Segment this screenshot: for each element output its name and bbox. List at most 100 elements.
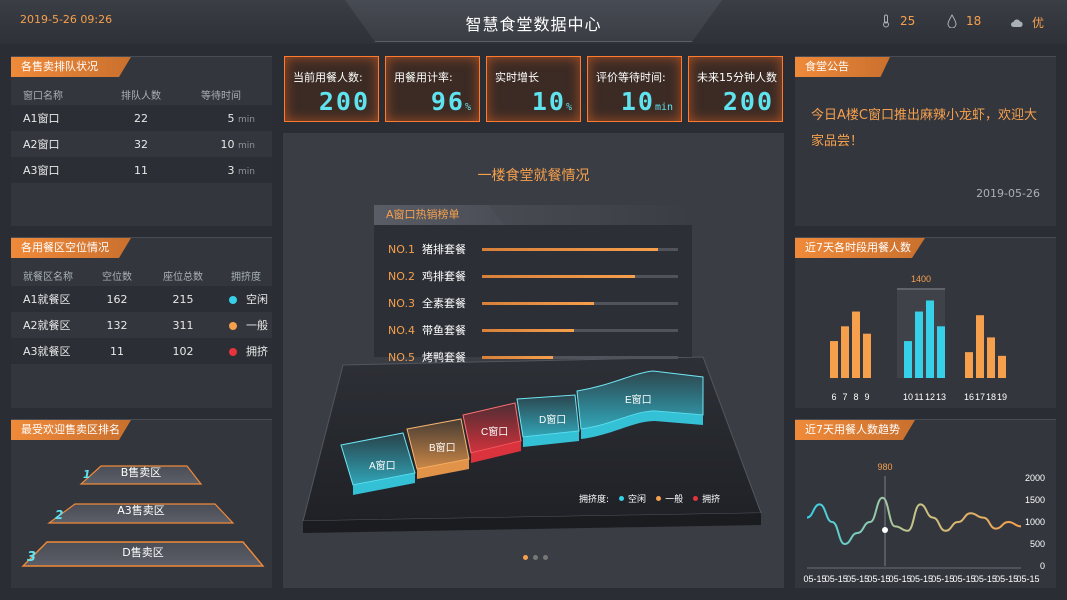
column-header: 等待时间 <box>201 90 241 102</box>
kpi-card-growth: 实时增长 10% <box>486 56 581 122</box>
kpi-label: 用餐用计率: <box>394 71 453 84</box>
hot-track <box>482 247 678 251</box>
status-label: 一般 <box>246 319 268 332</box>
pager-dot[interactable] <box>533 555 538 560</box>
queue-count: 22 <box>134 111 148 125</box>
kpi-card-current-diners: 当前用餐人数: 200 <box>284 56 379 122</box>
temperature-value: 25 <box>900 14 916 28</box>
hot-list-item: NO.5 烤鸭套餐 <box>388 349 678 365</box>
bar <box>852 311 860 378</box>
bar <box>987 337 995 378</box>
hot-list-panel: A窗口热销榜单 NO.1 猪排套餐 NO.2 鸡排套餐 NO.3 全素套餐 NO… <box>374 205 692 364</box>
x-tick-label: 17 <box>975 392 985 402</box>
window-label: C窗口 <box>481 425 508 438</box>
x-tick-label: 13 <box>936 392 946 402</box>
wait-time: 5 <box>227 111 235 125</box>
panel-title: 各用餐区空位情况 <box>11 238 131 258</box>
window-label: A窗口 <box>369 459 396 472</box>
column-header: 就餐区名称 <box>23 271 73 283</box>
hot-name: 猪排套餐 <box>422 243 466 256</box>
bar-chart: 1400 6 7 8 9 10 11 12 13 16 17 18 19 <box>830 274 1007 402</box>
cloud-icon <box>1011 19 1023 27</box>
carousel-pager <box>523 555 548 560</box>
kpi-unit: % <box>565 102 572 113</box>
wait-time: 10 <box>220 137 235 151</box>
rank-item: 1 B售卖区 <box>81 464 201 482</box>
hot-list-item: NO.1 猪排套餐 <box>388 241 678 257</box>
highlight-label: 980 <box>877 462 892 472</box>
total-seats: 102 <box>172 344 194 358</box>
pager-dot[interactable] <box>543 555 548 560</box>
hot-list-item: NO.4 带鱼套餐 <box>388 322 678 338</box>
hot-track <box>482 274 678 278</box>
kpi-label: 实时增长 <box>495 71 539 84</box>
x-tick-label: 05-15 <box>974 574 997 584</box>
wait-unit: min <box>238 140 255 151</box>
highlight-point <box>882 527 888 533</box>
x-tick-label: 05-15 <box>931 574 954 584</box>
hot-list-item: NO.2 鸡排套餐 <box>388 268 678 284</box>
notice-date: 2019-05-26 <box>976 187 1040 200</box>
panel-title: 各售卖排队状况 <box>11 57 131 77</box>
legend-dot <box>693 496 699 501</box>
kpi-card-usage-rate: 用餐用计率: 96% <box>385 56 480 122</box>
humidity-value: 18 <box>966 14 982 28</box>
table-row: A2窗口 32 10 min <box>11 131 272 157</box>
window-label: D窗口 <box>539 413 566 426</box>
kpi-value: 200 <box>318 87 370 116</box>
x-tick-label: 12 <box>925 392 935 402</box>
x-tick-label: 05-15 <box>889 574 912 584</box>
crowd-legend: 拥挤度: 空闲 一般 拥挤 <box>579 492 720 505</box>
legend-label: 拥挤 <box>702 495 721 505</box>
hot-name: 鸡排套餐 <box>422 270 466 283</box>
status-label: 拥挤 <box>246 345 268 358</box>
x-tick-label: 05-15 <box>803 574 826 584</box>
empty-seats: 11 <box>110 344 124 358</box>
water-drop-icon <box>947 14 957 28</box>
window-label: E窗口 <box>625 393 652 406</box>
legend-item: 一般 <box>656 492 683 505</box>
column-header: 拥挤度 <box>231 271 261 283</box>
kpi-label: 当前用餐人数: <box>293 71 363 84</box>
bar <box>998 355 1006 378</box>
rank-label: A3售卖区 <box>117 504 165 517</box>
status-dot <box>229 296 237 304</box>
window-name: A2窗口 <box>23 138 60 151</box>
rank-panel: 最受欢迎售卖区排名 1 B售卖区 2 A3售卖区 3 D售卖区 <box>11 419 272 588</box>
legend-dot <box>619 496 625 501</box>
kpi-value: 10 <box>531 87 566 116</box>
total-seats: 215 <box>172 292 194 306</box>
hot-rank: NO.1 <box>388 242 415 256</box>
bar <box>863 333 871 378</box>
queue-count: 11 <box>134 163 148 177</box>
table-row: A3就餐区 11 102 拥挤 <box>11 338 272 364</box>
window-name: A1窗口 <box>23 112 60 125</box>
seat-table: 就餐区名称 空位数 座位总数 拥挤度 A1就餐区 162 215 空闲 A2就餐… <box>11 264 272 364</box>
thermometer-icon <box>883 14 889 28</box>
pager-dot[interactable] <box>523 555 528 560</box>
window-name: A3窗口 <box>23 164 60 177</box>
air-quality: 优 <box>1010 14 1044 31</box>
hot-rank: NO.3 <box>388 296 415 310</box>
x-tick-label: 6 <box>831 392 836 402</box>
legend-item: 拥挤 <box>693 492 720 505</box>
table-header: 就餐区名称 空位数 座位总数 拥挤度 <box>11 264 272 286</box>
bar <box>926 300 934 378</box>
bar <box>904 341 912 378</box>
hot-list-item: NO.3 全素套餐 <box>388 295 678 311</box>
kpi-unit: min <box>654 102 673 113</box>
area-name: A3就餐区 <box>23 345 71 358</box>
table-row: A3窗口 11 3 min <box>11 157 272 183</box>
hot-bar <box>482 355 553 359</box>
legend-label: 空闲 <box>628 495 647 505</box>
legend-title: 拥挤度: <box>579 495 610 505</box>
hourly-diners-panel: 近7天各时段用餐人数 1400 6 7 8 9 10 11 12 13 16 17 18 19 <box>795 237 1056 408</box>
x-tick-label: 8 <box>853 392 858 402</box>
queue-panel: 各售卖排队状况 窗口名称 排队人数 等待时间 A1窗口 22 5 min A2窗… <box>11 56 272 226</box>
x-tick-label: 18 <box>986 392 996 402</box>
kpi-value: 10 <box>620 87 655 116</box>
x-tick-label: 19 <box>997 392 1007 402</box>
kpi-label: 评价等待时间: <box>596 71 666 84</box>
y-tick-label: 2000 <box>1025 473 1045 483</box>
hot-track <box>482 301 678 305</box>
